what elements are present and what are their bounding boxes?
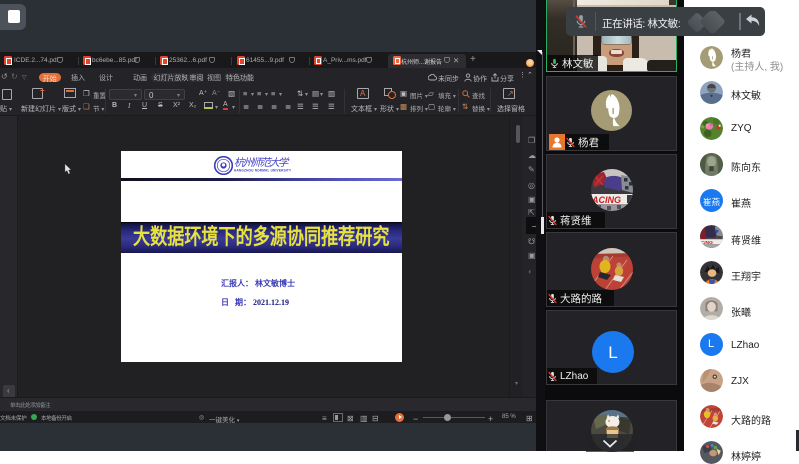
- svg-text:ACING: ACING: [591, 195, 621, 205]
